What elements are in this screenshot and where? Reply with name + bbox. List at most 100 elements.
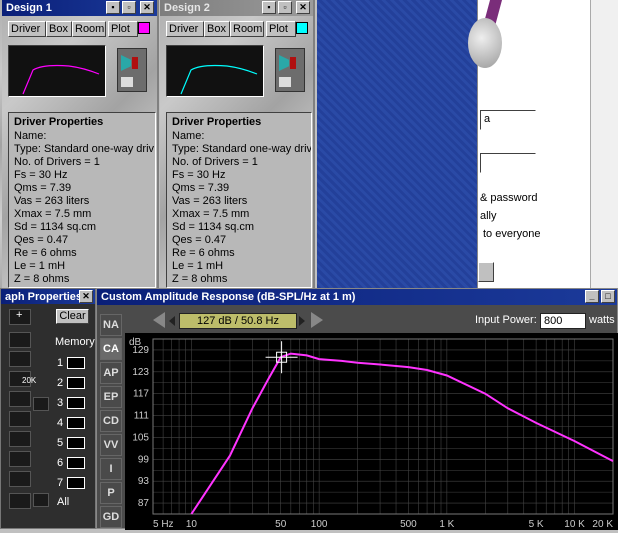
box-button[interactable]: Box bbox=[204, 21, 230, 37]
box-button[interactable]: Box bbox=[46, 21, 72, 37]
room-button[interactable]: Room bbox=[230, 21, 264, 37]
graph-tab-ep[interactable]: EP bbox=[100, 386, 122, 408]
prev-arrow-icon[interactable] bbox=[153, 312, 165, 328]
export-icon[interactable] bbox=[9, 391, 31, 407]
graph-tab-gd[interactable]: GD bbox=[100, 506, 122, 528]
y-tick-label: 129 bbox=[132, 345, 149, 356]
memory-slot-box[interactable] bbox=[67, 477, 85, 489]
x-tick-label: 10 bbox=[186, 519, 198, 530]
memory-slot-number: 6 bbox=[57, 457, 64, 469]
memory-slot-number: 1 bbox=[57, 357, 64, 369]
memory-slot-box[interactable] bbox=[67, 417, 85, 429]
amplitude-chart[interactable]: dB 129 123 117 111 105 99 93 87 5 Hz 10 50 100 500 1 K… bbox=[125, 333, 618, 530]
driver-button[interactable]: Driver bbox=[8, 21, 46, 37]
grid-icon[interactable] bbox=[9, 332, 31, 348]
graph-tab-ap[interactable]: AP bbox=[100, 362, 122, 384]
next-arrow-icon[interactable] bbox=[311, 312, 323, 328]
driver-property-line: Sd = 1134 sq.cm bbox=[14, 221, 97, 233]
memory-slot-box[interactable] bbox=[67, 457, 85, 469]
plot-button[interactable]: Plot bbox=[266, 21, 296, 37]
driver-property-line: Sd = 1134 sq.cm bbox=[172, 221, 255, 233]
memory-slot[interactable]: 7 bbox=[57, 477, 91, 490]
memory-slot-box[interactable] bbox=[67, 437, 85, 449]
memory-slot[interactable]: 4 bbox=[57, 417, 91, 430]
driver-property-line: No. of Drivers = 1 bbox=[14, 156, 100, 168]
x-tick-label: 20 K bbox=[592, 519, 613, 530]
x-tick-label: 5 K bbox=[529, 519, 544, 530]
speaker-box-icon[interactable] bbox=[9, 431, 31, 447]
copy-icon[interactable]: ▫ bbox=[122, 1, 136, 14]
bg-button[interactable] bbox=[478, 262, 494, 282]
memory-slot[interactable]: 5 bbox=[57, 437, 91, 450]
driver-property-line: Fs = 30 Hz bbox=[172, 169, 226, 181]
speaker-icon[interactable] bbox=[9, 411, 31, 427]
memory-all-label[interactable]: All bbox=[57, 496, 69, 508]
memory-slot[interactable]: 1 bbox=[57, 357, 91, 370]
password-field[interactable] bbox=[480, 153, 536, 173]
amplitude-titlebar[interactable]: Custom Amplitude Response (dB-SPL/Hz at … bbox=[97, 289, 617, 305]
speaker-box-icon[interactable] bbox=[275, 48, 305, 92]
input-power-label: Input Power: bbox=[475, 314, 537, 326]
memory-slot-box[interactable] bbox=[67, 377, 85, 389]
graph-tab-ca[interactable]: CA bbox=[100, 338, 122, 360]
y-tick-label: 87 bbox=[138, 498, 150, 509]
room-icon[interactable] bbox=[9, 451, 31, 467]
memory-slot[interactable]: 6 bbox=[57, 457, 91, 470]
login-field-value: a bbox=[484, 113, 491, 125]
x-tick-label: 10 K bbox=[564, 519, 585, 530]
memory-slot[interactable]: 2 bbox=[57, 377, 91, 390]
maximize-icon[interactable]: □ bbox=[601, 290, 615, 303]
plot-button[interactable]: Plot bbox=[108, 21, 138, 37]
driver-property-line: Fs = 30 Hz bbox=[14, 169, 68, 181]
memory-slot-number: 2 bbox=[57, 377, 64, 389]
memory-slot-box[interactable] bbox=[67, 397, 85, 409]
memory-slot[interactable]: 3 bbox=[57, 397, 91, 410]
minimize-icon[interactable]: _ bbox=[585, 290, 599, 303]
design1-title: Design 1 bbox=[6, 2, 52, 14]
plot-color-swatch[interactable] bbox=[138, 22, 150, 34]
scale-icon[interactable]: 20K bbox=[9, 371, 36, 387]
scale-20k-label: 20K bbox=[22, 376, 37, 385]
color-swatch-icon[interactable] bbox=[33, 397, 49, 411]
clear-button[interactable]: Clear bbox=[56, 309, 89, 324]
graph-tab-vv[interactable]: VV bbox=[100, 434, 122, 456]
save-icon[interactable]: ▪ bbox=[262, 1, 276, 14]
driver-properties-list: Name: Type: Standard one-way driv No. of D… bbox=[14, 130, 154, 286]
step-right-icon[interactable] bbox=[299, 316, 305, 326]
memory-slot-box[interactable] bbox=[67, 357, 85, 369]
memory-slot-number: 5 bbox=[57, 437, 64, 449]
copy-icon[interactable]: ▫ bbox=[278, 1, 292, 14]
chart-icon[interactable] bbox=[33, 493, 49, 507]
mic-icon[interactable] bbox=[9, 493, 31, 509]
meter-icon[interactable] bbox=[9, 471, 31, 487]
driver-property-line: Type: Standard one-way driv bbox=[172, 143, 312, 155]
driver-property-line: Le = 1 mH bbox=[14, 260, 66, 272]
close-icon[interactable]: ✕ bbox=[140, 1, 154, 14]
driver-button[interactable]: Driver bbox=[166, 21, 204, 37]
driver-property-line: Xmax = 7.5 mm bbox=[14, 208, 92, 220]
add-icon[interactable]: + bbox=[9, 309, 31, 325]
graph-tab-cd[interactable]: CD bbox=[100, 410, 122, 432]
design2-window: Design 2 ▪ ▫ ✕ Driver Box Room Plot Driv… bbox=[160, 0, 315, 288]
background-window: a & password ally to everyone bbox=[468, 0, 618, 288]
y-tick-label: 99 bbox=[138, 454, 150, 465]
save-icon[interactable]: ▪ bbox=[106, 1, 120, 14]
room-button[interactable]: Room bbox=[72, 21, 106, 37]
amplitude-title: Custom Amplitude Response (dB-SPL/Hz at … bbox=[101, 291, 356, 303]
speaker-box-icon[interactable] bbox=[117, 48, 147, 92]
input-power-field[interactable]: 800 bbox=[540, 313, 586, 329]
step-left-icon[interactable] bbox=[169, 316, 175, 326]
cursor-readout: 127 dB / 50.8 Hz bbox=[179, 313, 297, 329]
graph-tab-i[interactable]: I bbox=[100, 458, 122, 480]
graph-properties-window: aph Properties ✕ Clear Memory 1 2 3 4 5 6 7 Al… bbox=[0, 288, 96, 529]
memory-slot-number: 7 bbox=[57, 477, 64, 489]
close-icon[interactable]: ✕ bbox=[296, 1, 310, 14]
design1-mini-plot bbox=[8, 45, 106, 97]
plot-color-swatch[interactable] bbox=[296, 22, 308, 34]
login-field[interactable]: a bbox=[480, 110, 536, 130]
graph-tab-na[interactable]: NA bbox=[100, 314, 122, 336]
resize-icon[interactable] bbox=[9, 351, 31, 367]
driver-property-line: Qms = 7.39 bbox=[172, 182, 230, 194]
close-icon[interactable]: ✕ bbox=[79, 290, 93, 303]
graph-tab-p[interactable]: P bbox=[100, 482, 122, 504]
